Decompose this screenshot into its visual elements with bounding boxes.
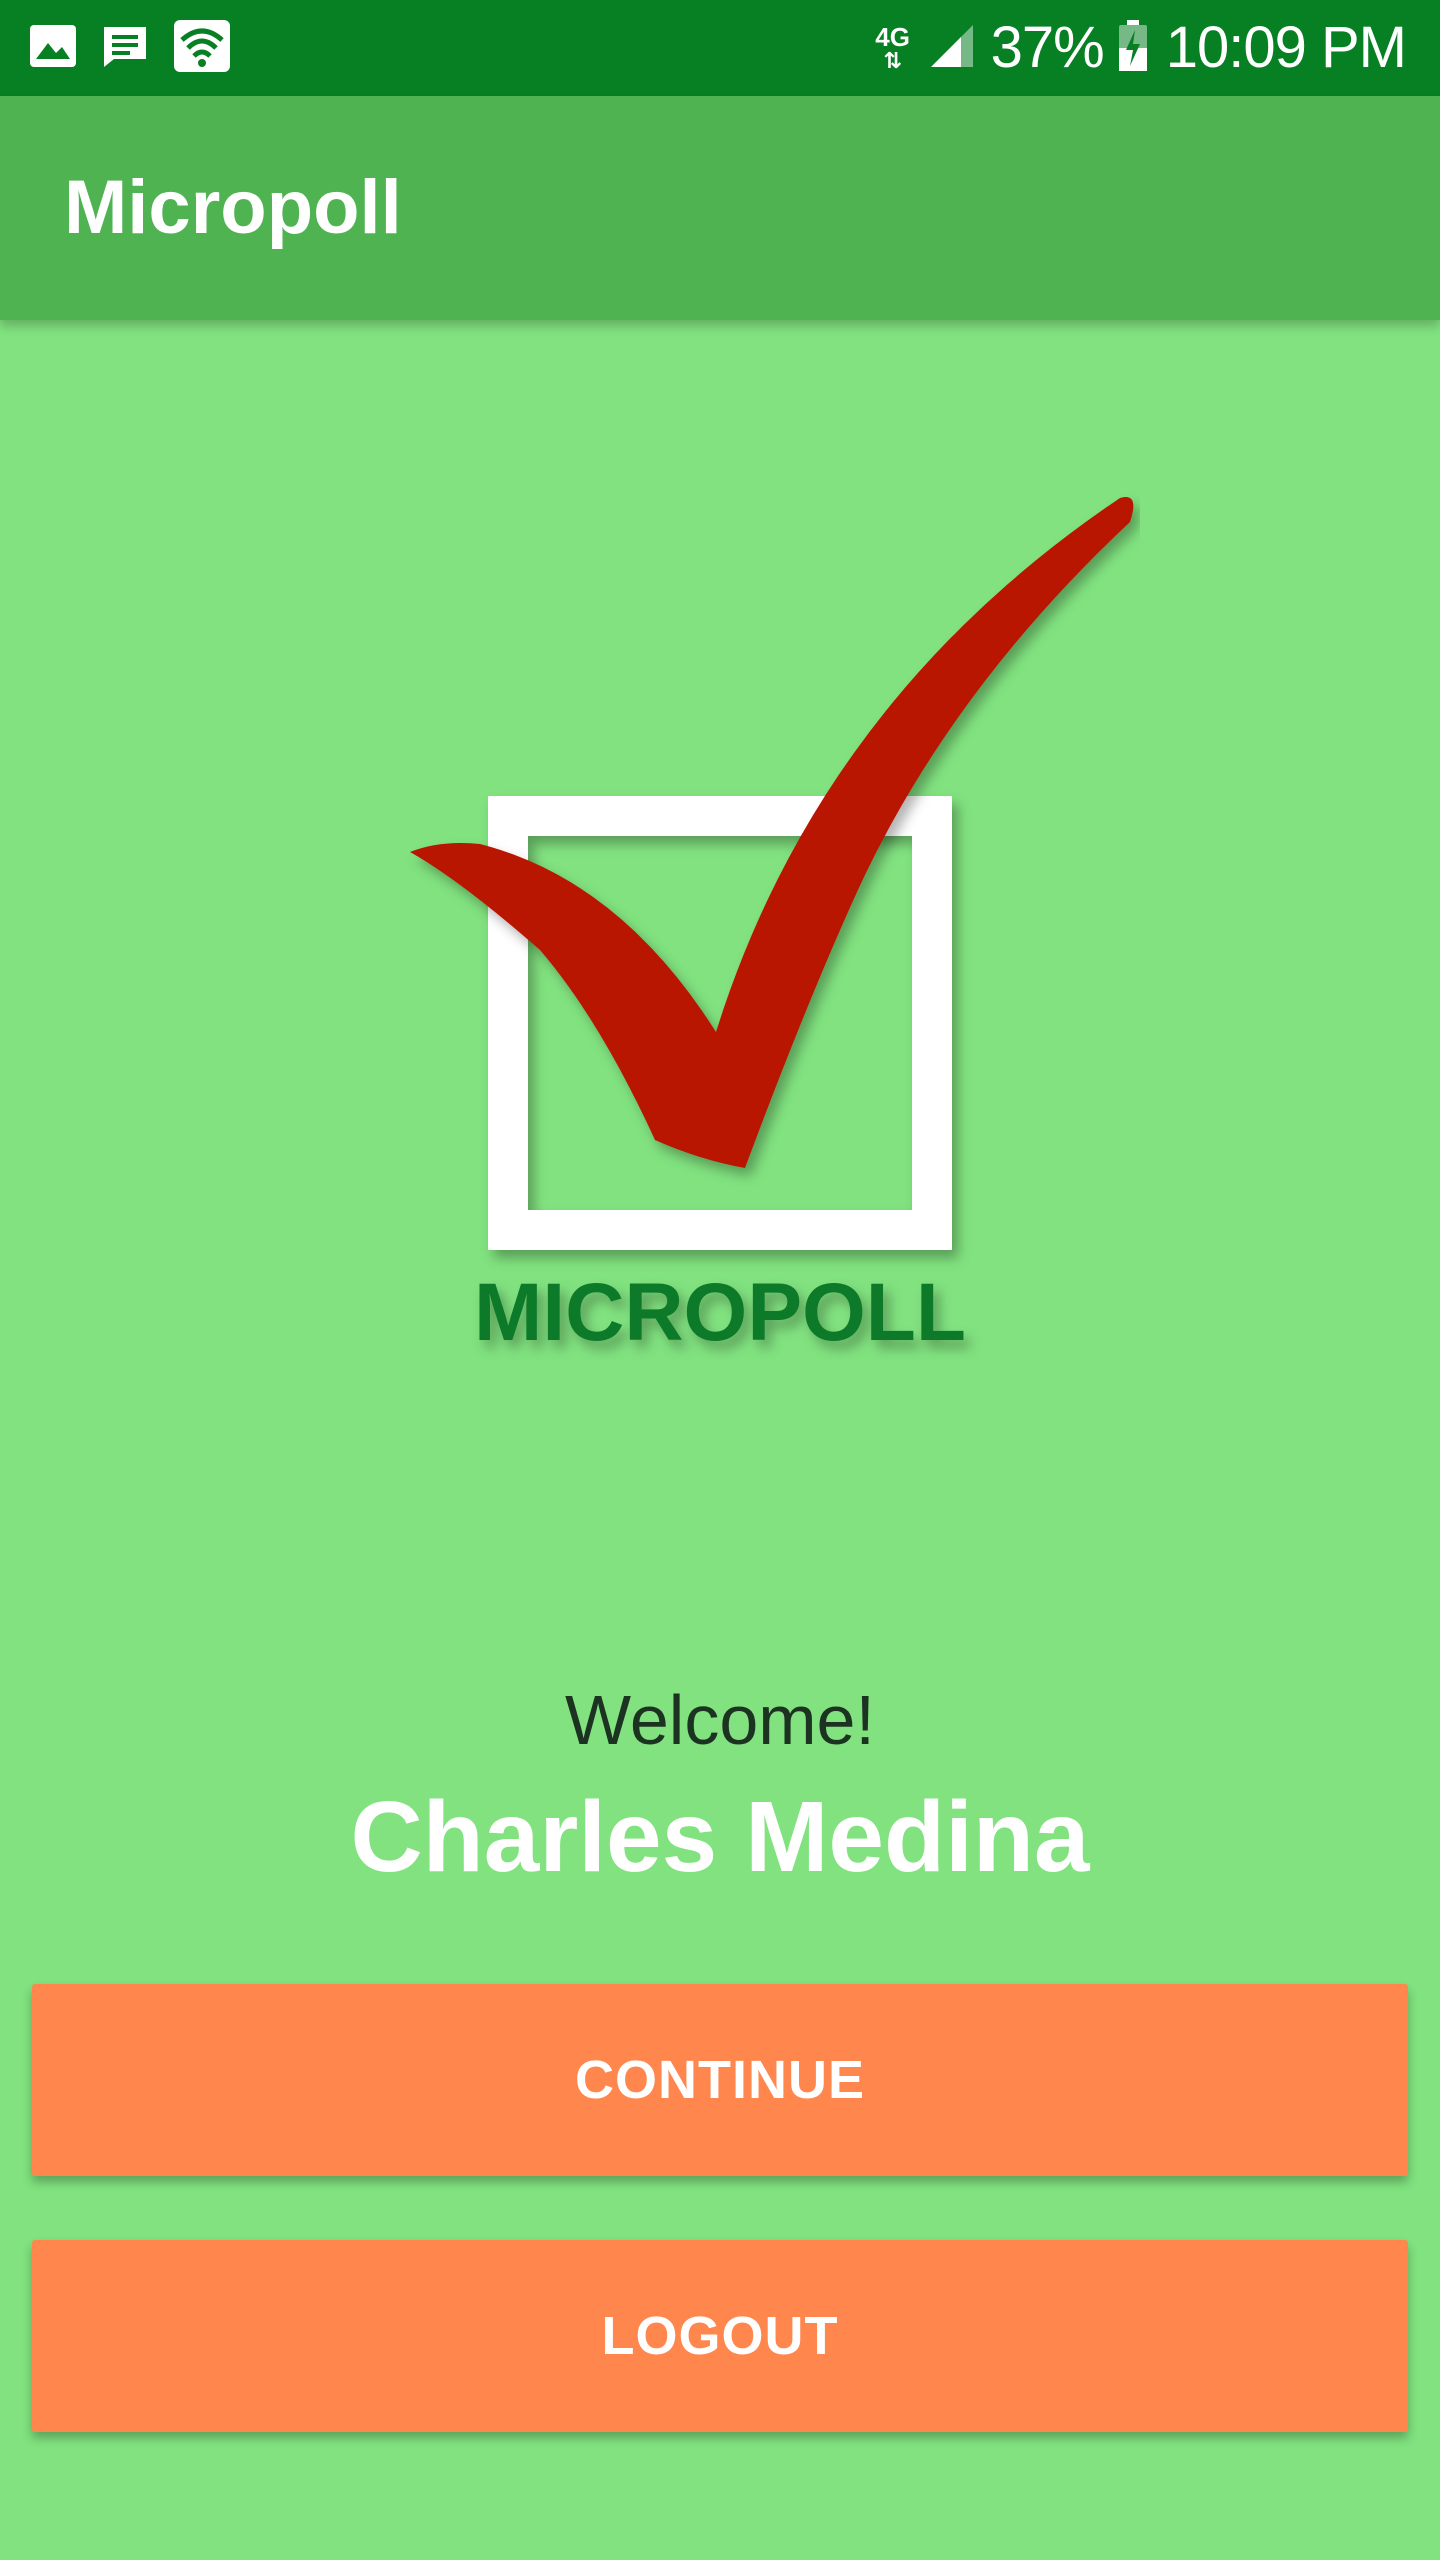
logout-button[interactable]: LOGOUT	[32, 2240, 1408, 2432]
micropoll-logo: MICROPOLL	[400, 480, 1140, 1360]
battery-percent: 37%	[990, 15, 1105, 80]
clock: 10:09 PM	[1165, 15, 1407, 80]
app-title: Micropoll	[64, 165, 402, 250]
welcome-greeting: Welcome!	[565, 1681, 875, 1759]
wifi-hotspot-icon	[172, 18, 232, 79]
user-name: Charles Medina	[350, 1781, 1090, 1893]
notification-icons	[28, 18, 232, 79]
network-type: 4G ⇅	[875, 22, 910, 73]
signal-icon	[927, 21, 977, 76]
checkbox-logo-graphic: MICROPOLL	[410, 497, 1134, 1358]
message-icon	[100, 21, 150, 76]
app-bar: Micropoll	[0, 96, 1440, 320]
continue-button[interactable]: CONTINUE	[32, 1984, 1408, 2176]
status-bar: 4G ⇅ 37% 10:09 PM	[0, 0, 1440, 96]
battery-charging-icon	[1118, 19, 1148, 77]
logo-wordmark: MICROPOLL	[474, 1267, 966, 1358]
system-status: 4G ⇅ 37% 10:09 PM	[873, 0, 1407, 96]
image-icon	[28, 21, 78, 76]
